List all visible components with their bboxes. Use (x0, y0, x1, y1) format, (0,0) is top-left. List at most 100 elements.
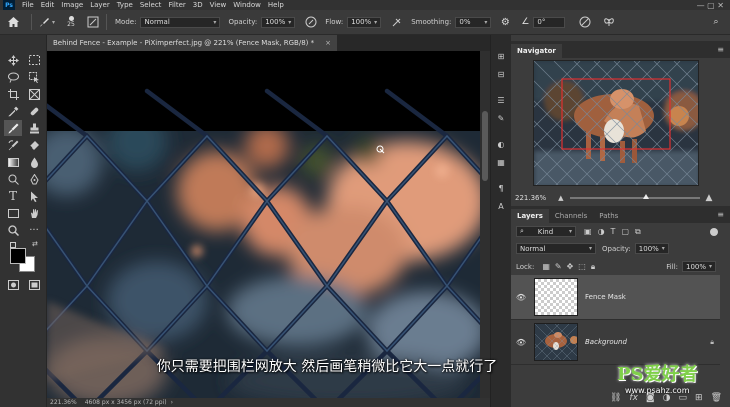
panel-menu-icon[interactable]: ≡ (717, 210, 724, 219)
clone-stamp-tool[interactable] (25, 120, 43, 136)
type-tool[interactable]: T (4, 188, 22, 204)
gradient-tool[interactable] (4, 154, 22, 170)
close-icon[interactable]: × (325, 39, 331, 47)
slider-handle[interactable] (642, 194, 649, 199)
frame-tool[interactable] (25, 86, 43, 102)
history-panel-button[interactable]: ⊞ (494, 49, 508, 63)
tab-layers[interactable]: Layers (511, 209, 549, 223)
menu-filter[interactable]: Filter (168, 1, 185, 9)
menu-view[interactable]: View (210, 1, 227, 9)
lock-all-icon[interactable]: 🔒︎ (591, 262, 595, 272)
character-panel-button[interactable]: A (494, 199, 508, 213)
dodge-tool[interactable] (4, 171, 22, 187)
quick-mask-button[interactable] (4, 277, 22, 293)
color-panel-button[interactable]: ◐ (494, 137, 508, 151)
history-brush-tool[interactable] (4, 137, 22, 153)
document-tab[interactable]: Behind Fence - Example - PiXimperfect.jp… (47, 35, 337, 51)
home-button[interactable] (0, 12, 26, 32)
zoom-out-icon[interactable]: ▲ (558, 194, 563, 202)
status-zoom[interactable]: 221.36% (50, 399, 77, 406)
adjustments-panel-button[interactable]: ☰ (494, 93, 508, 107)
lasso-tool[interactable] (4, 69, 22, 85)
menu-file[interactable]: File (22, 1, 34, 9)
canvas-vertical-scrollbar[interactable] (480, 51, 490, 398)
eraser-tool[interactable] (25, 137, 43, 153)
filter-type-icon[interactable]: T (611, 227, 616, 236)
airbrush-button[interactable] (387, 12, 407, 32)
opacity-input[interactable]: 100% ▾ (261, 16, 296, 28)
foreground-color-swatch[interactable] (10, 248, 26, 264)
tab-navigator[interactable]: Navigator (511, 44, 562, 58)
scrollbar-thumb[interactable] (482, 111, 488, 181)
brush-tool[interactable] (4, 120, 22, 136)
paragraph-panel-button[interactable]: ¶ (494, 181, 508, 195)
tab-channels[interactable]: Channels (549, 209, 593, 223)
mode-select[interactable]: Normal ▾ (140, 16, 221, 28)
menu-layer[interactable]: Layer (90, 1, 110, 9)
panel-menu-icon[interactable]: ≡ (717, 45, 724, 54)
menu-edit[interactable]: Edit (41, 1, 55, 9)
layer-name[interactable]: Background (585, 338, 627, 346)
hand-tool[interactable] (25, 205, 43, 221)
filter-pixel-icon[interactable]: ▣ (584, 227, 592, 236)
menu-help[interactable]: Help (268, 1, 284, 9)
marquee-tool[interactable] (25, 52, 43, 68)
healing-brush-tool[interactable] (25, 103, 43, 119)
layer-row-fence-mask[interactable]: 👁︎ Fence Mask (511, 275, 720, 320)
screen-mode-button[interactable] (25, 277, 43, 293)
crop-tool[interactable] (4, 86, 22, 102)
object-selection-tool[interactable] (25, 69, 43, 85)
eye-icon[interactable]: 👁︎ (514, 293, 528, 302)
swap-colors-icon[interactable]: ⇄ (32, 240, 38, 248)
zoom-tool[interactable] (4, 222, 22, 238)
zoom-in-icon[interactable]: ▲ (706, 193, 713, 203)
search-button[interactable]: ⌕ (707, 12, 725, 32)
filter-smart-object-icon[interactable]: ⧉ (635, 227, 641, 237)
symmetry-button[interactable] (599, 12, 619, 32)
canvas-photo[interactable] (47, 51, 480, 398)
layer-filter-select[interactable]: ⌕ Kind ▾ (516, 226, 576, 237)
rectangle-tool[interactable] (4, 205, 22, 221)
swatches-panel-button[interactable]: ▦ (494, 155, 508, 169)
edit-toolbar-button[interactable]: ··· (25, 222, 43, 238)
filter-shape-icon[interactable]: ▢ (621, 227, 629, 236)
blur-tool[interactable] (25, 154, 43, 170)
navigator-preview[interactable] (533, 60, 699, 186)
menu-window[interactable]: Window (233, 1, 261, 9)
pressure-size-button[interactable] (575, 12, 595, 32)
menu-3d[interactable]: 3D (193, 1, 203, 9)
smoothing-input[interactable]: 0% ▾ (455, 16, 492, 28)
brush-settings-button[interactable] (85, 12, 101, 32)
filter-adjustment-icon[interactable]: ◑ (598, 227, 605, 236)
chevron-right-icon[interactable]: › (171, 399, 173, 406)
layer-name[interactable]: Fence Mask (585, 293, 626, 301)
navigator-zoom-value[interactable]: 221.36% (515, 194, 546, 202)
layer-opacity-input[interactable]: 100% ▾ (634, 243, 669, 254)
menu-type[interactable]: Type (117, 1, 133, 9)
navigator-zoom-slider[interactable] (569, 194, 700, 199)
smoothing-options-button[interactable]: ⚙ (496, 12, 514, 32)
move-tool[interactable] (4, 52, 22, 68)
lock-transparent-icon[interactable]: ▦ (542, 262, 550, 271)
brush-size-picker[interactable]: 25 (57, 12, 85, 32)
menu-select[interactable]: Select (140, 1, 162, 9)
menu-image[interactable]: Image (61, 1, 83, 9)
filter-toggle-icon[interactable] (710, 227, 718, 236)
brushes-panel-button[interactable]: ✎ (494, 111, 508, 125)
eye-icon[interactable]: 👁︎ (514, 338, 528, 347)
fill-input[interactable]: 100% ▾ (682, 261, 716, 272)
pressure-opacity-button[interactable] (301, 12, 321, 32)
tab-paths[interactable]: Paths (593, 209, 624, 223)
pen-tool[interactable] (25, 171, 43, 187)
document-canvas[interactable] (47, 51, 480, 398)
blend-mode-select[interactable]: Normal ▾ (516, 243, 596, 254)
flow-input[interactable]: 100% ▾ (347, 16, 382, 28)
lock-image-icon[interactable]: ✎ (555, 262, 562, 271)
path-selection-tool[interactable] (25, 188, 43, 204)
tool-preset-picker[interactable]: ▾ (37, 12, 57, 32)
eyedropper-tool[interactable] (4, 103, 22, 119)
window-controls[interactable]: — ▢ ✕ (697, 1, 724, 10)
angle-input[interactable]: 0° (533, 16, 566, 28)
lock-artboard-icon[interactable]: ⬚ (578, 262, 586, 271)
lock-position-icon[interactable]: ✥ (567, 262, 574, 271)
